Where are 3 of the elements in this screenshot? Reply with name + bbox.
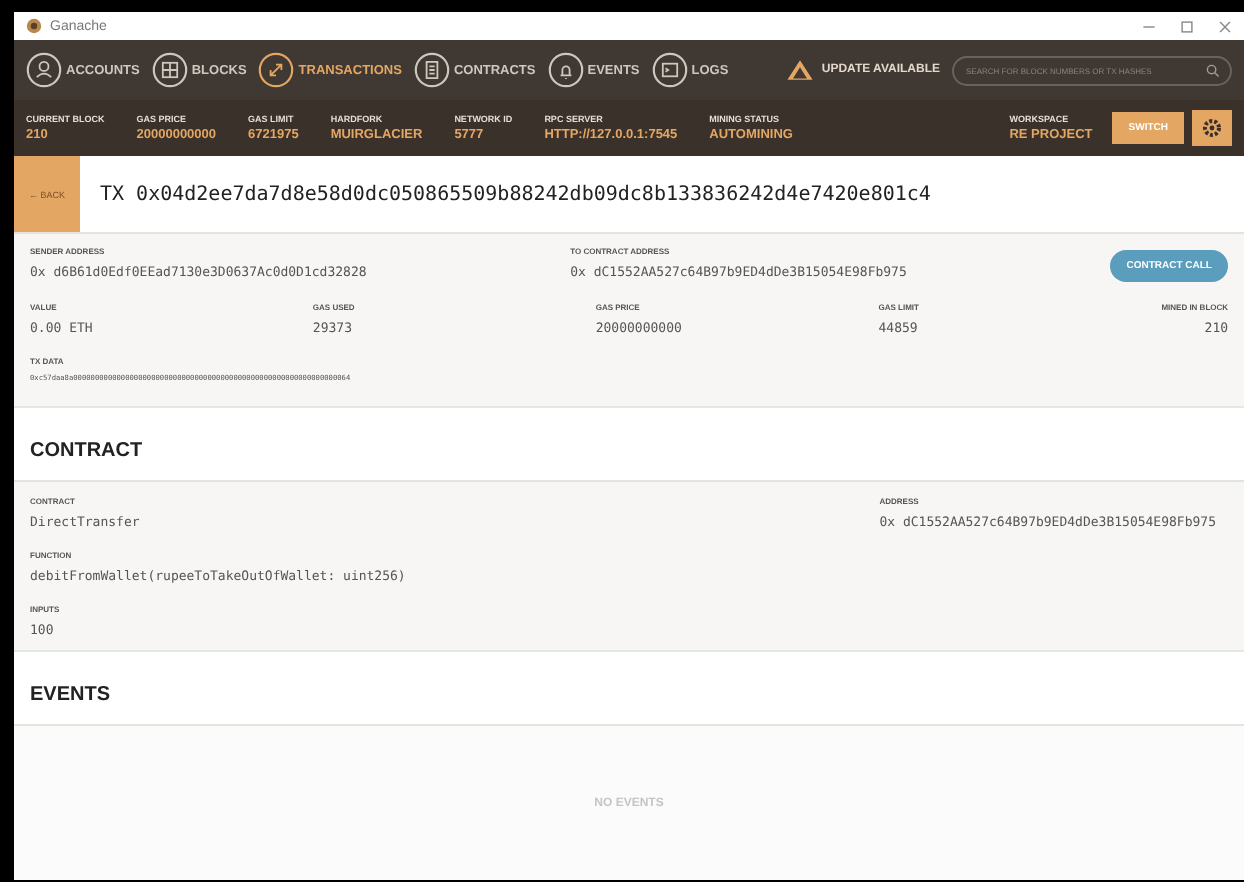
section-heading: CONTRACT (30, 439, 143, 461)
section-heading: EVENTS (30, 683, 111, 705)
transaction-hash-title: TX 0x04d2ee7da7d8e58d0dc050865509b88242db09dc8b133836242d4e7420e801c4 (100, 183, 931, 205)
